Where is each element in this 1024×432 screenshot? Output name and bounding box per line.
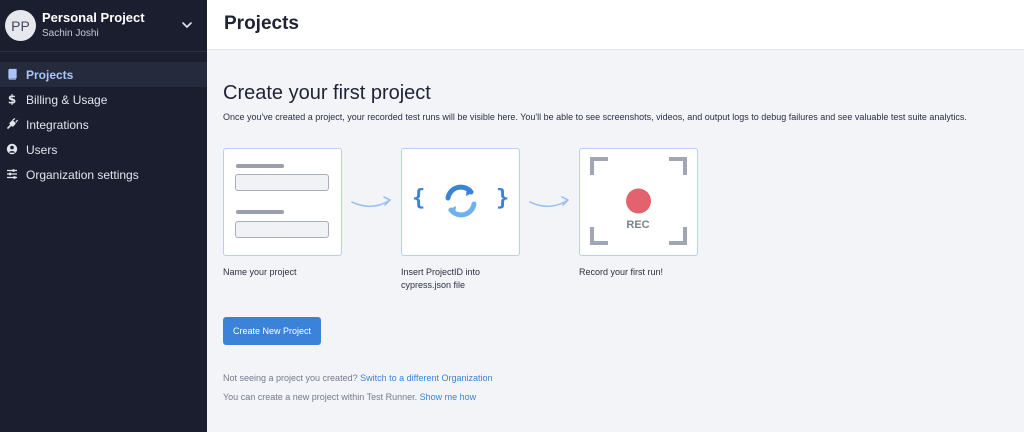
left-brace: { bbox=[412, 186, 426, 211]
hint-text: You can create a new project within Test… bbox=[223, 392, 418, 402]
step-card-record-run: REC bbox=[579, 148, 698, 256]
label-placeholder-bar bbox=[236, 210, 284, 214]
svg-text:$: $ bbox=[8, 93, 16, 105]
page-header: Projects bbox=[207, 0, 1024, 50]
arrow-right-icon bbox=[529, 196, 569, 208]
user-circle-icon bbox=[6, 143, 18, 155]
sidebar-item-users[interactable]: Users bbox=[0, 137, 207, 162]
hint-text: Not seeing a project you created? bbox=[223, 373, 358, 383]
user-name: Sachin Joshi bbox=[42, 28, 99, 39]
switch-organization-link[interactable]: Switch to a different Organization bbox=[360, 373, 492, 383]
input-placeholder bbox=[235, 221, 329, 238]
step-label-name-project: Name your project bbox=[223, 267, 297, 277]
show-me-how-link[interactable]: Show me how bbox=[420, 392, 477, 402]
arrow-right-icon bbox=[351, 196, 391, 208]
sidebar-item-billing[interactable]: $ Billing & Usage bbox=[0, 87, 207, 112]
step-card-name-project bbox=[223, 148, 342, 256]
organization-name: Personal Project bbox=[42, 10, 145, 25]
empty-state-title: Create your first project bbox=[223, 82, 431, 104]
step-label-record-run: Record your first run! bbox=[579, 267, 664, 277]
right-brace: } bbox=[496, 186, 510, 211]
empty-state-description: Once you've created a project, your reco… bbox=[223, 112, 967, 122]
book-icon bbox=[8, 68, 17, 80]
step-label-line: cypress.json file bbox=[401, 280, 466, 290]
sidebar-item-projects[interactable]: Projects bbox=[0, 62, 207, 87]
sidebar-item-label: Integrations bbox=[26, 117, 89, 132]
sidebar-item-label: Projects bbox=[26, 67, 74, 82]
sidebar-nav: Projects $ Billing & Usage Integrations … bbox=[0, 62, 207, 187]
create-new-project-button[interactable]: Create New Project bbox=[223, 317, 321, 345]
rec-label: REC bbox=[626, 219, 650, 231]
sidebar-item-label: Organization settings bbox=[26, 167, 139, 182]
sidebar: PP Personal Project Sachin Joshi Project… bbox=[0, 0, 207, 432]
step-card-insert-project-id: { } bbox=[401, 148, 520, 256]
switch-organization-hint: Not seeing a project you created? Switch… bbox=[223, 373, 493, 383]
input-placeholder bbox=[235, 174, 329, 191]
step-label-line: Insert ProjectID into bbox=[401, 267, 481, 277]
sliders-icon bbox=[7, 169, 17, 179]
sidebar-item-organization-settings[interactable]: Organization settings bbox=[0, 162, 207, 187]
plug-icon bbox=[7, 118, 18, 129]
sidebar-item-label: Users bbox=[26, 142, 58, 157]
sidebar-item-label: Billing & Usage bbox=[26, 92, 108, 107]
step-label-insert-project-id: Insert ProjectID into cypress.json file bbox=[401, 266, 531, 292]
main-content: Create your first project Once you've cr… bbox=[207, 50, 1024, 432]
test-runner-hint: You can create a new project within Test… bbox=[223, 392, 476, 402]
organization-switcher[interactable]: PP Personal Project Sachin Joshi bbox=[0, 0, 207, 52]
dollar-icon: $ bbox=[8, 93, 16, 105]
sidebar-item-integrations[interactable]: Integrations bbox=[0, 112, 207, 137]
avatar: PP bbox=[5, 10, 36, 41]
refresh-icon bbox=[445, 184, 477, 218]
chevron-down-icon[interactable] bbox=[180, 18, 194, 32]
page-title: Projects bbox=[224, 13, 299, 34]
label-placeholder-bar bbox=[236, 164, 284, 168]
record-frame-icon bbox=[590, 157, 687, 245]
